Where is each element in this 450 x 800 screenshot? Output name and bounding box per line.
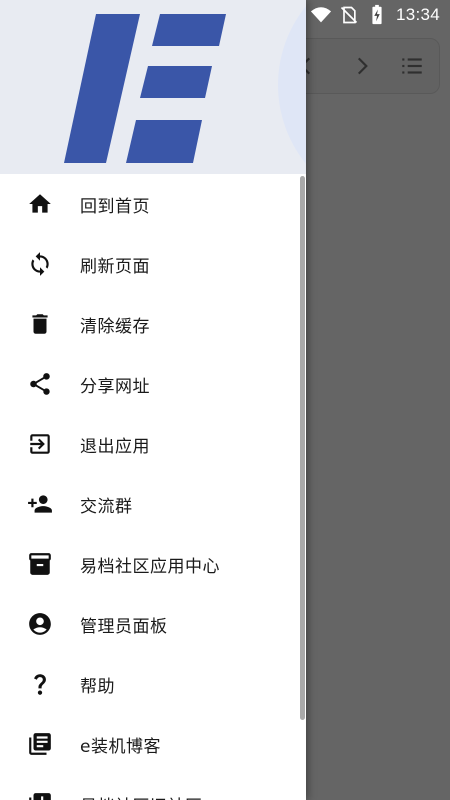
drawer-scrollbar[interactable] [300, 176, 305, 720]
menu-item-exit-app[interactable]: 退出应用 [0, 414, 306, 474]
navigation-drawer: 回到首页 刷新页面 清除缓存 分享网址 退出应用 交流群 易档社区应用中心 管理… [0, 0, 306, 800]
menu-item-clear-cache[interactable]: 清除缓存 [0, 294, 306, 354]
trash-icon [26, 310, 54, 338]
menu-item-label: 清除缓存 [80, 316, 150, 337]
archive-icon [26, 550, 54, 578]
menu-item-label: e装机博客 [80, 736, 161, 757]
account-circle-icon [26, 610, 54, 638]
wifi-icon [310, 4, 332, 26]
menu-item-group-chat[interactable]: 交流群 [0, 474, 306, 534]
help-icon [26, 670, 54, 698]
menu-item-label: 帮助 [80, 676, 115, 697]
menu-item-label: 分享网址 [80, 376, 150, 397]
menu-item-admin-panel[interactable]: 管理员面板 [0, 594, 306, 654]
add-person-icon [26, 490, 54, 518]
menu-item-label: 易档社区旧社区 [80, 792, 203, 800]
battery-charging-icon [366, 4, 388, 26]
drawer-menu: 回到首页 刷新页面 清除缓存 分享网址 退出应用 交流群 易档社区应用中心 管理… [0, 174, 306, 800]
refresh-icon [26, 250, 54, 278]
share-icon [26, 370, 54, 398]
menu-item-label: 退出应用 [80, 436, 150, 457]
menu-item-label: 易档社区应用中心 [80, 556, 220, 577]
status-time: 13:34 [395, 5, 440, 24]
status-bar: 13:34 [0, 0, 450, 30]
menu-item-label: 交流群 [80, 496, 133, 517]
menu-item-old-community[interactable]: 易档社区旧社区 [0, 774, 306, 800]
menu-item-label: 刷新页面 [80, 256, 150, 277]
library-add-icon [26, 790, 54, 800]
menu-item-label: 回到首页 [80, 196, 150, 217]
exit-icon [26, 430, 54, 458]
no-sim-icon [338, 4, 360, 26]
menu-item-refresh[interactable]: 刷新页面 [0, 234, 306, 294]
menu-item-help[interactable]: 帮助 [0, 654, 306, 714]
menu-item-home[interactable]: 回到首页 [0, 174, 306, 234]
home-icon [26, 190, 54, 218]
menu-item-share-url[interactable]: 分享网址 [0, 354, 306, 414]
menu-item-app-center[interactable]: 易档社区应用中心 [0, 534, 306, 594]
app-logo [64, 14, 226, 163]
menu-item-label: 管理员面板 [80, 616, 168, 637]
menu-item-blog[interactable]: e装机博客 [0, 714, 306, 774]
library-books-icon [26, 730, 54, 758]
